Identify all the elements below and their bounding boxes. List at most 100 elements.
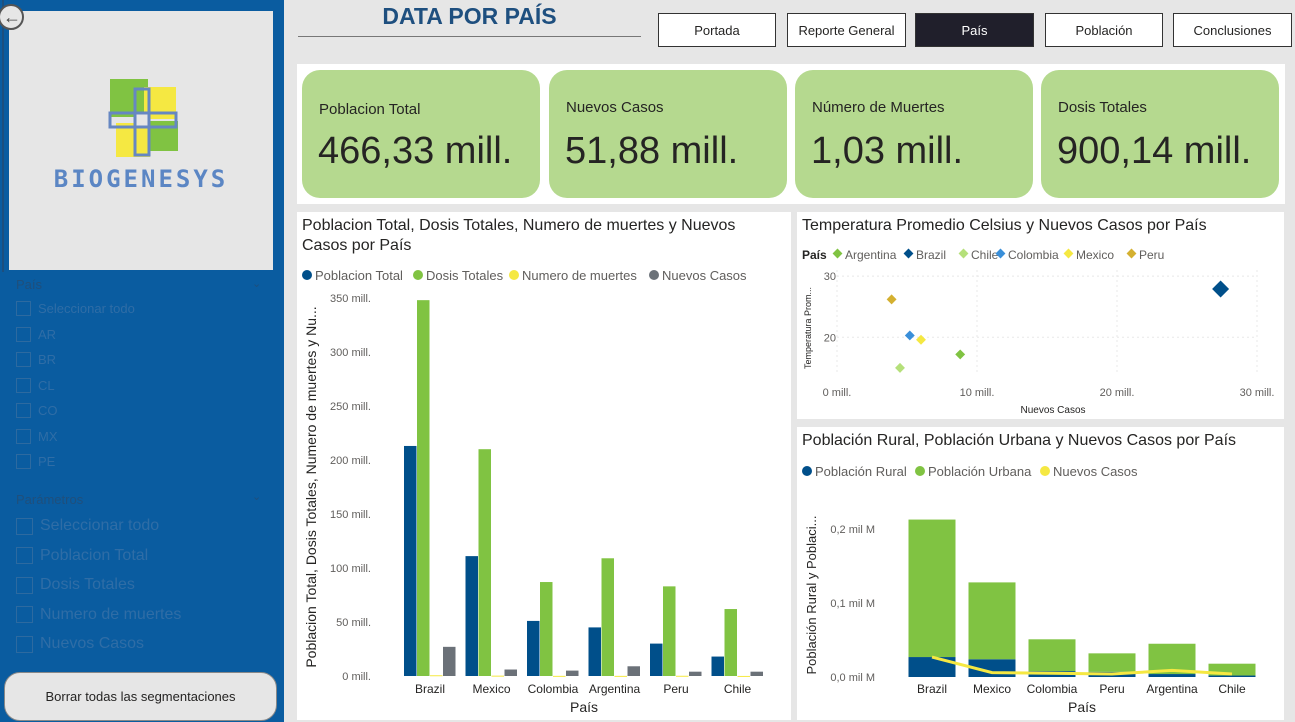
kpi-label: Dosis Totales xyxy=(1058,99,1147,116)
legend-label: Dosis Totales xyxy=(426,268,504,283)
bar-dosis-totales-mexico xyxy=(478,449,491,676)
parameter-option[interactable]: Numero de muertes xyxy=(16,606,181,624)
legend-marker xyxy=(1063,248,1074,259)
bar-numero-de-muertes-chile xyxy=(737,675,750,677)
legend-label: Numero de muertes xyxy=(522,268,637,283)
x-tick-label: Brazil xyxy=(415,682,445,696)
y-tick-label: 50 mill. xyxy=(336,617,371,629)
chevron-down-icon[interactable]: ⌄ xyxy=(252,277,261,290)
checkbox[interactable] xyxy=(16,403,31,418)
kpi-value: 900,14 mill. xyxy=(1057,130,1252,172)
checkbox[interactable] xyxy=(16,301,31,316)
legend-marker xyxy=(413,270,423,280)
x-tick-label: 30 mill. xyxy=(1240,387,1275,399)
x-tick-label: Colombia xyxy=(1027,682,1078,696)
logo-panel: BIOGENESYS xyxy=(9,11,273,270)
chart-panel-country-totals: Poblacion Total, Dosis Totales, Numero d… xyxy=(297,212,791,720)
y-tick-label: 150 mill. xyxy=(330,509,371,521)
nav-button-reporte-general[interactable]: Reporte General xyxy=(787,13,906,47)
legend-label: Población Rural xyxy=(815,464,907,479)
legend-marker xyxy=(958,248,969,259)
parameter-option[interactable]: Poblacion Total xyxy=(16,547,148,565)
scatter-point-argentina xyxy=(955,349,966,360)
y-tick-label: 300 mill. xyxy=(330,347,371,359)
chevron-down-icon[interactable]: ⌄ xyxy=(252,490,261,503)
parameter-option[interactable]: Seleccionar todo xyxy=(16,517,159,535)
bar-dosis-totales-chile xyxy=(724,609,737,676)
y-tick-label: 0,0 mil M xyxy=(830,672,875,684)
checkbox[interactable] xyxy=(16,454,31,469)
country-option[interactable]: PE xyxy=(16,454,55,469)
back-arrow-icon[interactable]: ← xyxy=(0,4,24,30)
chart-title: Poblacion Total, Dosis Totales, Numero d… xyxy=(302,217,736,254)
scatter-point-chile xyxy=(895,362,905,373)
bar-poblacion-urbana-mexico xyxy=(968,582,1016,660)
kpi-card-poblacion-total: Poblacion Total 466,33 mill. xyxy=(302,70,540,198)
nav-button-pais[interactable]: País xyxy=(915,13,1034,47)
country-option[interactable]: AR xyxy=(16,326,56,342)
checkbox[interactable] xyxy=(16,377,31,393)
scatter-point-brazil xyxy=(1212,280,1230,298)
bar-nuevos-casos-argentina xyxy=(627,666,640,676)
nav-button-portada[interactable]: Portada xyxy=(658,13,776,47)
bar-dosis-totales-brazil xyxy=(417,300,430,676)
bar-dosis-totales-peru xyxy=(663,586,676,676)
nav-button-conclusiones[interactable]: Conclusiones xyxy=(1173,13,1292,47)
checkbox[interactable] xyxy=(16,326,31,342)
kpi-label: Número de Muertes xyxy=(812,99,945,116)
title-divider xyxy=(298,36,641,37)
y-tick-label: 0 mill. xyxy=(342,671,371,683)
clear-all-slicers-button[interactable]: Borrar todas las segmentaciones xyxy=(4,672,277,721)
y-tick-label: 30 xyxy=(824,271,836,283)
checkbox[interactable] xyxy=(16,547,33,565)
country-option-label: PE xyxy=(38,454,56,469)
y-tick-label: 20 xyxy=(824,332,836,344)
checkbox[interactable] xyxy=(16,576,33,594)
country-option[interactable]: Seleccionar todo xyxy=(16,301,135,316)
bar-numero-de-muertes-peru xyxy=(676,675,689,677)
chart-panel-temperature-scatter: Temperatura Promedio Celsius y Nuevos Ca… xyxy=(797,212,1284,419)
bar-poblacion-rural-chile xyxy=(1208,675,1256,677)
checkbox[interactable] xyxy=(16,635,33,653)
scatter-point-peru xyxy=(886,294,897,305)
legend-label: Poblacion Total xyxy=(315,268,403,283)
stacked-bar-chart: Población Rural Población Urbana Nuevos Ca… xyxy=(802,464,1256,715)
legend-marker xyxy=(915,466,925,476)
y-tick-label: 0,2 mil M xyxy=(830,524,875,536)
checkbox[interactable] xyxy=(16,428,31,444)
parameter-option[interactable]: Nuevos Casos xyxy=(16,635,144,653)
nav-button-poblacion[interactable]: Población xyxy=(1045,13,1163,47)
kpi-value: 466,33 mill. xyxy=(318,130,513,172)
scatter-chart: País Argentina Brazil Chile Colombia Mexico Pe… xyxy=(802,248,1275,416)
parameter-option[interactable]: Dosis Totales xyxy=(16,576,135,594)
checkbox[interactable] xyxy=(16,352,31,367)
legend-label: Brazil xyxy=(916,248,946,262)
kpi-card-numero-de-muertes: Número de Muertes 1,03 mill. xyxy=(795,70,1033,198)
country-option[interactable]: CO xyxy=(16,403,58,418)
country-option-label: BR xyxy=(38,352,57,367)
bar-poblacion-total-colombia xyxy=(527,620,540,676)
x-axis-label: Nuevos Casos xyxy=(1020,405,1085,416)
checkbox[interactable] xyxy=(16,517,33,535)
parameter-option-label: Numero de muertes xyxy=(40,605,182,623)
country-option[interactable]: BR xyxy=(16,352,56,367)
sidebar: BIOGENESYS ← País ⌄ Seleccionar todo AR BR… xyxy=(0,0,284,722)
x-tick-label: 0 mill. xyxy=(823,387,852,399)
checkbox[interactable] xyxy=(16,606,33,624)
bar-chart: Poblacion Total Dosis Totales Numero de mu… xyxy=(302,268,763,715)
parameter-option-label: Nuevos Casos xyxy=(40,635,145,653)
x-tick-label: Mexico xyxy=(472,682,510,696)
bar-poblacion-total-mexico xyxy=(465,556,478,676)
y-tick-label: 350 mill. xyxy=(330,293,371,305)
sidebar-divider xyxy=(2,0,4,272)
bar-numero-de-muertes-colombia xyxy=(553,675,566,677)
country-option[interactable]: MX xyxy=(16,428,58,444)
bar-poblacion-rural-argentina xyxy=(1148,674,1196,677)
x-tick-label: Brazil xyxy=(917,682,947,696)
legend-marker xyxy=(1040,466,1050,476)
scatter-point-colombia xyxy=(904,330,915,341)
x-tick-label: Argentina xyxy=(589,682,641,696)
country-option[interactable]: CL xyxy=(16,377,55,393)
x-tick-label: Argentina xyxy=(1146,682,1198,696)
x-tick-label: Mexico xyxy=(973,682,1011,696)
